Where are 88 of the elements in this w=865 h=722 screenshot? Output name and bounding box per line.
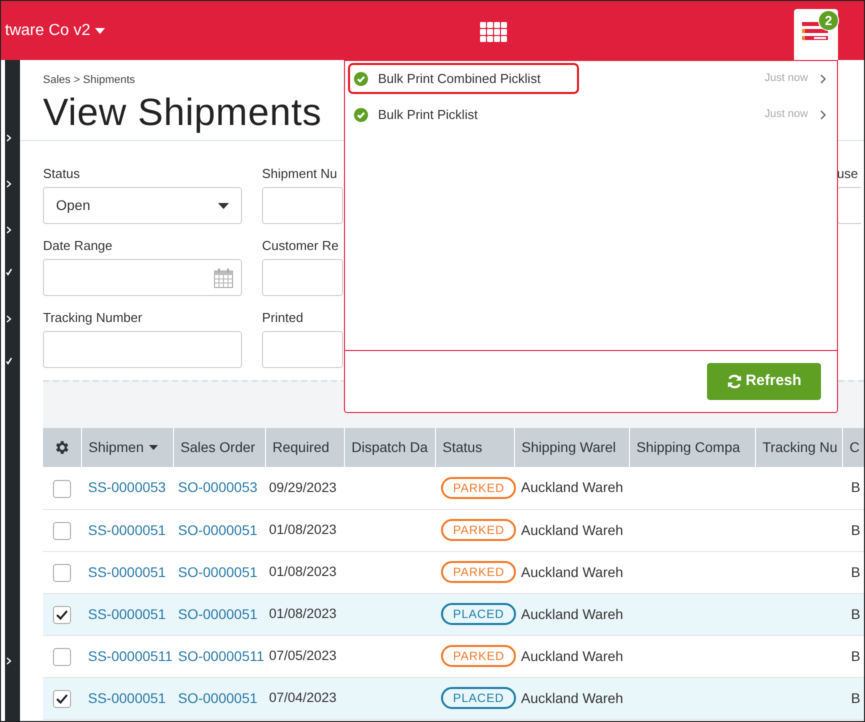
field-label: use [837,166,859,182]
table-cell: Auckland Wareh [514,551,629,593]
notification-item[interactable]: Bulk Print Picklist Just now [348,102,834,127]
shipment-link[interactable]: SS-0000051 [88,522,166,538]
status-badge: PLACED [441,603,516,625]
settings-icon[interactable] [53,439,70,456]
status-badge: PARKED [441,519,516,541]
check-icon[interactable] [6,268,12,276]
sales-order-link[interactable]: SO-0000053 [178,479,258,496]
table-cell: Auckland Wareh [514,509,629,551]
table-cell: Auckland Wareh [514,677,629,719]
input-field[interactable] [262,331,343,368]
row-checkbox[interactable] [53,480,71,498]
table-cell: B [842,677,864,719]
table-cell: 07/05/2023 [265,635,344,677]
notification-title: Bulk Print Picklist [378,106,478,124]
table-row[interactable]: SS-00000511 SO-00000511 07/05/2023 PARKED Auckland Wareh B [43,635,864,677]
chevron-right-icon [820,74,826,84]
status-badge: PARKED [441,561,516,583]
input-field[interactable] [43,331,242,368]
refresh-icon [726,374,742,389]
field-label: Date Range [43,238,114,254]
input-field[interactable] [837,187,861,224]
sales-order-link[interactable]: SO-0000051 [178,606,258,622]
table-cell: B [842,593,864,635]
table-cell: Auckland Wareh [514,593,629,635]
apps-grid-icon[interactable] [480,22,508,43]
table-cell: 09/29/2023 [265,467,344,509]
table-cell: 01/08/2023 [265,593,344,635]
chevron-right-icon[interactable] [6,134,12,142]
shipment-link[interactable]: SS-0000053 [88,479,166,496]
sort-caret-icon [148,445,158,450]
field-label: Customer Re [262,238,340,254]
row-checkbox[interactable] [53,522,71,540]
sales-order-link[interactable]: SO-0000051 [178,564,258,580]
table-row[interactable]: SS-0000053 SO-0000053 09/29/2023 PARKED Auckland Wareh B [43,467,864,509]
status-select[interactable]: Open [43,187,242,224]
shipment-link[interactable]: SS-0000051 [88,606,166,622]
field-label: Printed [262,310,304,326]
table-cell: 01/08/2023 [265,551,344,593]
table-row[interactable]: SS-0000051 SO-0000051 01/08/2023 PARKED Auckland Wareh B [43,509,864,551]
table-cell: Auckland Wareh [514,635,629,677]
row-checkbox[interactable] [53,648,71,666]
table-cell: B [842,467,864,509]
check-circle-icon [354,108,368,122]
check-icon [56,610,68,620]
status-badge: PARKED [441,645,516,667]
table-cell: 01/08/2023 [265,509,344,551]
table-cell: B [842,635,864,677]
input-field[interactable] [262,187,343,224]
caret-icon [95,28,106,34]
date-field[interactable] [43,259,242,296]
shipment-link[interactable]: SS-0000051 [88,690,166,706]
field-label: Status [43,166,81,182]
chevron-right-icon [820,110,826,120]
breadcrumb: Sales > Shipments [43,74,136,87]
table-cell: Auckland Wareh [514,467,629,509]
sales-order-link[interactable]: SO-0000051 [178,522,258,538]
check-icon [56,694,68,704]
sales-order-link[interactable]: SO-0000051 [178,690,258,706]
status-badge: PLACED [441,687,516,709]
calendar-icon [214,268,233,288]
caret-icon [218,202,229,208]
page-title: View Shipments [43,91,322,135]
chevron-right-icon[interactable] [6,226,12,234]
notification-time: Just now [764,107,808,122]
table-cell: 07/04/2023 [265,677,344,719]
field-label: Shipment Nu [262,166,338,182]
chevron-right-icon[interactable] [6,657,12,665]
row-checkbox[interactable] [53,564,71,582]
status-badge: PARKED [441,476,516,499]
shipment-link[interactable]: SS-0000051 [88,564,166,580]
notification-title: Bulk Print Combined Picklist [378,70,541,88]
table-cell: B [842,551,864,593]
table-cell: B [842,509,864,551]
chevron-right-icon[interactable] [6,180,12,188]
notification-time: Just now [764,71,808,86]
sales-order-link[interactable]: SO-00000511 [178,648,264,664]
check-circle-icon [354,72,368,86]
company-menu[interactable]: tware Co v2 [1,18,106,42]
row-checkbox[interactable] [53,606,71,624]
field-label: Tracking Number [43,310,144,326]
shipment-link[interactable]: SS-00000511 [88,648,173,664]
table-row[interactable]: SS-0000051 SO-0000051 01/08/2023 PARKED Auckland Wareh B [43,551,864,593]
input-field[interactable] [262,259,343,296]
row-checkbox[interactable] [53,690,71,708]
chevron-right-icon[interactable] [6,315,12,323]
check-icon[interactable] [6,357,12,365]
